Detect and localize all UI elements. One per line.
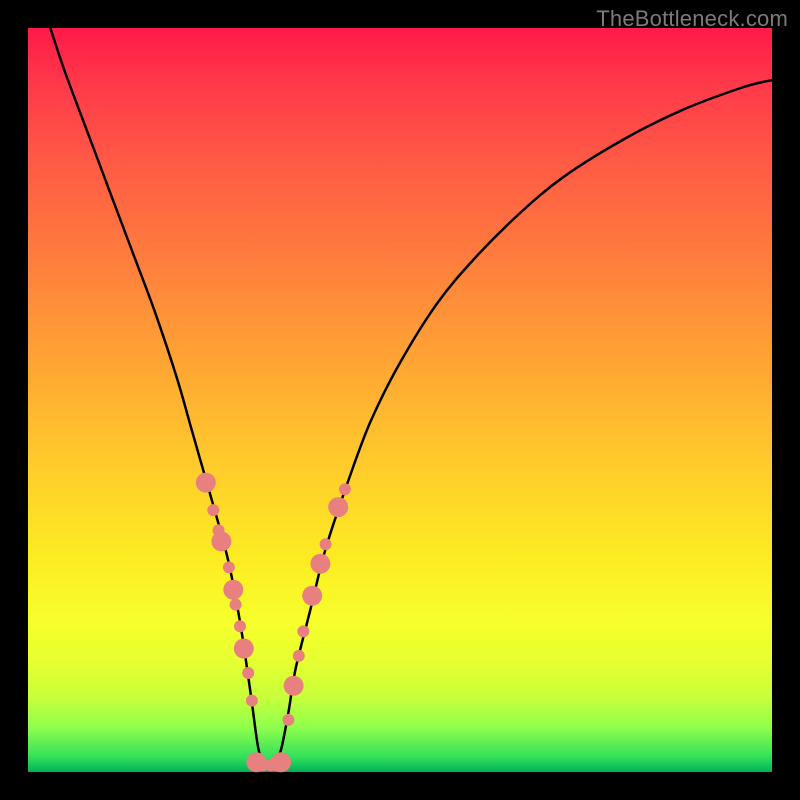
highlight-point xyxy=(211,531,231,551)
highlight-point xyxy=(223,580,243,600)
highlight-point xyxy=(310,554,330,574)
highlight-point xyxy=(234,620,246,632)
highlight-point xyxy=(230,599,242,611)
highlight-point xyxy=(320,538,332,550)
highlight-point xyxy=(302,586,322,606)
highlight-point xyxy=(246,695,258,707)
highlight-point xyxy=(242,667,254,679)
highlight-point xyxy=(196,473,216,493)
highlight-point xyxy=(293,650,305,662)
highlight-point xyxy=(328,497,348,517)
bottleneck-curve xyxy=(50,28,772,766)
highlight-point xyxy=(339,483,351,495)
highlight-point xyxy=(223,561,235,573)
highlight-point xyxy=(297,625,309,637)
highlight-point xyxy=(207,504,219,516)
highlight-point xyxy=(271,752,291,772)
highlight-point xyxy=(284,676,304,696)
bottleneck-chart xyxy=(0,0,800,800)
highlight-point xyxy=(234,639,254,659)
highlight-point xyxy=(282,714,294,726)
